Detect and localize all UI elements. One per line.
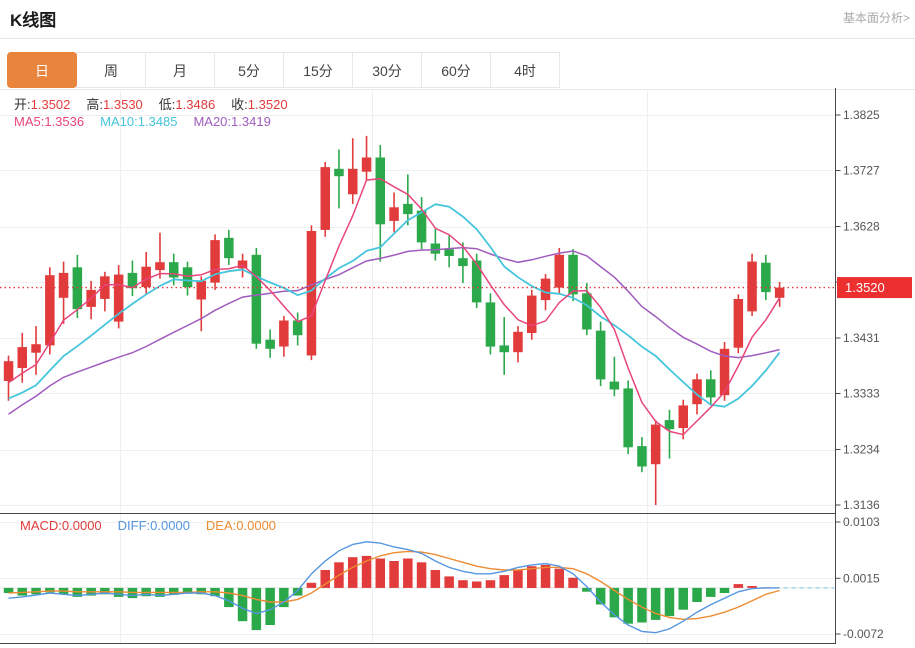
kline-page: K线图 基本面分析> 日周月5分15分30分60分4时 1.38251.3727… (0, 0, 915, 648)
svg-text:1.3520: 1.3520 (845, 280, 885, 295)
legend-value: 1.3419 (231, 114, 271, 129)
legend-value: 0.0000 (150, 518, 190, 533)
legend-label: 高: (86, 97, 103, 112)
ohlc-legend: 开:1.3502 高:1.3530 低:1.3486 收:1.3520 (14, 94, 304, 113)
svg-text:-0.0072: -0.0072 (843, 627, 884, 641)
macd-legend: MACD:0.0000DIFF:0.0000DEA:0.0000 (20, 518, 292, 533)
svg-text:1.3628: 1.3628 (843, 220, 880, 234)
ma-legend: MA5:1.3536 MA10:1.3485 MA20:1.3419 (14, 114, 287, 129)
svg-text:0.0015: 0.0015 (843, 571, 880, 585)
legend-value: 1.3536 (44, 114, 84, 129)
legend-label: MA10: (100, 114, 138, 129)
svg-text:0.0103: 0.0103 (843, 515, 880, 529)
tab-15分[interactable]: 15分 (283, 52, 353, 88)
ma20-line (9, 248, 780, 415)
period-tab-bar: 日周月5分15分30分60分4时 (8, 52, 560, 88)
tab-30分[interactable]: 30分 (352, 52, 422, 88)
tab-日[interactable]: 日 (7, 52, 77, 88)
svg-text:1.3825: 1.3825 (843, 108, 880, 122)
macd-histogram (4, 556, 771, 630)
legend-label: DEA: (206, 518, 236, 533)
legend-value: 1.3520 (248, 97, 288, 112)
grid-layer (0, 91, 835, 643)
ma10-line (9, 204, 780, 407)
legend-value: 1.3530 (103, 97, 143, 112)
legend-value: 0.0000 (236, 518, 276, 533)
legend-label: MA5: (14, 114, 44, 129)
legend-value: 1.3486 (175, 97, 215, 112)
svg-text:1.3727: 1.3727 (843, 164, 880, 178)
svg-text:1.3136: 1.3136 (843, 498, 880, 512)
tab-5分[interactable]: 5分 (214, 52, 284, 88)
tab-4时[interactable]: 4时 (490, 52, 560, 88)
legend-value: 0.0000 (62, 518, 102, 533)
legend-label: 低: (159, 97, 176, 112)
legend-label: 开: (14, 97, 31, 112)
current-price-badge: 1.3520 (837, 277, 912, 298)
svg-text:1.3333: 1.3333 (843, 387, 880, 401)
legend-label: DIFF: (118, 518, 151, 533)
macd-axis-labels: 0.0103 0.0015 -0.0072 (836, 515, 885, 641)
legend-label: 收: (231, 97, 248, 112)
tab-周[interactable]: 周 (76, 52, 146, 88)
legend-label: MA20: (193, 114, 231, 129)
svg-text:1.3431: 1.3431 (843, 331, 880, 345)
tab-60分[interactable]: 60分 (421, 52, 491, 88)
price-axis-labels: 1.38251.37271.36281.35301.34311.33331.32… (836, 108, 881, 512)
legend-value: 1.3485 (138, 114, 178, 129)
legend-label: MACD: (20, 518, 62, 533)
legend-value: 1.3502 (31, 97, 71, 112)
svg-text:1.3234: 1.3234 (843, 443, 880, 457)
tab-月[interactable]: 月 (145, 52, 215, 88)
